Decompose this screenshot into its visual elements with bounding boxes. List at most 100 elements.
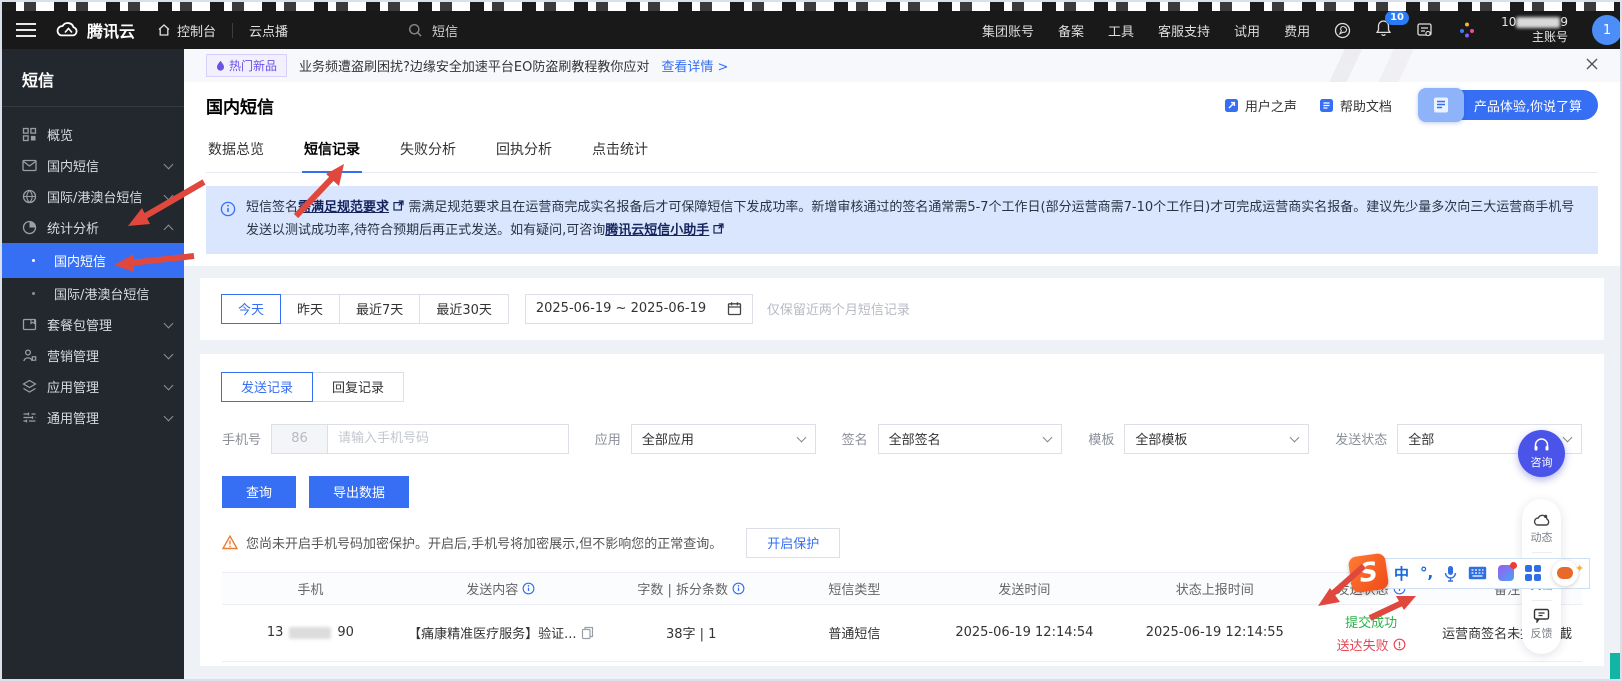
date-range-picker[interactable]: 2025-06-19 ~ 2025-06-19	[525, 294, 753, 324]
encryption-warning-text: 您尚未开启手机号码加密保护。开启后,手机号将加密展示,但不影响您的正常查询。	[246, 533, 722, 552]
col-count: 字数 | 拆分条数	[603, 579, 780, 598]
col-sent-time: 发送时间	[929, 579, 1119, 598]
menu-label: 试用	[1234, 21, 1260, 40]
sogou-logo-icon[interactable]: S	[1348, 553, 1390, 594]
global-search[interactable]: 短信	[408, 21, 738, 40]
sidebar-item-label: 国内短信	[47, 156, 99, 175]
person-node-icon	[22, 348, 37, 363]
chevron-down-icon	[1563, 432, 1573, 442]
help-docs-link[interactable]: 帮助文档	[1319, 96, 1392, 115]
orders-icon[interactable]	[1416, 22, 1433, 38]
sidebar-item-application[interactable]: 应用管理	[2, 371, 184, 402]
search-input[interactable]: 短信	[432, 21, 458, 40]
sidebar-item-overview[interactable]: 概览	[2, 119, 184, 150]
rail-item-feedback[interactable]: 反馈	[1531, 601, 1553, 648]
menu-tools[interactable]: 工具	[1108, 21, 1134, 40]
signature-select[interactable]: 全部签名	[878, 424, 1063, 454]
tencent-cloud-logo[interactable]: 腾讯云	[56, 18, 135, 42]
menu-support[interactable]: 客服支持	[1158, 21, 1210, 40]
microphone-icon[interactable]	[1444, 565, 1457, 582]
notifications-button[interactable]: 10	[1375, 19, 1392, 41]
sidebar-item-statistics[interactable]: 统计分析	[2, 212, 184, 243]
external-link-icon	[713, 223, 724, 234]
sidebar-item-domestic-sms[interactable]: 国内短信	[2, 150, 184, 181]
menu-label: 备案	[1058, 21, 1084, 40]
ime-toolbox-icon[interactable]	[1525, 565, 1541, 581]
quick-date-yesterday[interactable]: 昨天	[280, 294, 340, 324]
keyboard-icon[interactable]	[1468, 566, 1487, 580]
console-link[interactable]: 控制台	[157, 21, 216, 40]
user-avatar[interactable]: 1	[1592, 15, 1622, 45]
tab-failure-analysis[interactable]: 失败分析	[398, 128, 458, 172]
tab-receipt-analysis[interactable]: 回执分析	[494, 128, 554, 172]
table-row[interactable]: 13290 【痛康精准医疗服务】您的... 37字 | 1 普通短信 2025-…	[222, 661, 1582, 666]
template-select[interactable]: 全部模板	[1124, 424, 1309, 454]
hamburger-menu-icon[interactable]	[16, 23, 36, 37]
tab-click-stats[interactable]: 点击统计	[590, 128, 650, 172]
ime-punctuation-toggle[interactable]: °,	[1420, 564, 1433, 582]
info-icon[interactable]	[732, 582, 745, 595]
warning-icon	[222, 535, 238, 550]
search-icon	[408, 23, 423, 38]
signature-spec-link[interactable]: 需满足规范要求	[298, 200, 389, 215]
rail-item-dynamic[interactable]: 动态	[1531, 506, 1553, 552]
tab-send-records[interactable]: 发送记录	[221, 372, 313, 402]
product-link-vod[interactable]: 云点播	[249, 21, 288, 40]
account-role: 主账号	[1501, 30, 1568, 45]
query-button[interactable]: 查询	[222, 476, 296, 508]
sidebar-item-stats-domestic[interactable]: 国内短信	[2, 243, 184, 278]
menu-icp[interactable]: 备案	[1058, 21, 1084, 40]
ime-mode-chinese[interactable]: 中	[1394, 563, 1409, 584]
info-icon	[220, 201, 236, 217]
promo-details-link[interactable]: 查看详情 >	[661, 56, 728, 75]
sparkle-assistant-icon[interactable]	[1457, 20, 1477, 40]
enable-protection-button[interactable]: 开启保护	[746, 528, 840, 558]
tab-reply-records[interactable]: 回复记录	[312, 372, 404, 402]
ime-emoji-icon[interactable]: ✦	[1552, 560, 1578, 586]
decorative-stripes	[1240, 49, 1500, 82]
app-select[interactable]: 全部应用	[631, 424, 816, 454]
signature-select-value: 全部签名	[889, 429, 941, 448]
sidebar-item-stats-intl[interactable]: 国际/港澳台短信	[2, 278, 184, 309]
account-info[interactable]: 109 主账号	[1501, 15, 1568, 45]
error-icon[interactable]	[1393, 638, 1406, 651]
quick-date-today[interactable]: 今天	[221, 294, 281, 324]
menu-billing[interactable]: 费用	[1284, 21, 1310, 40]
menu-label: 客服支持	[1158, 21, 1210, 40]
consult-floating-button[interactable]: 咨询	[1518, 430, 1565, 477]
sidebar-item-label: 概览	[47, 125, 73, 144]
sidebar-item-package[interactable]: 套餐包管理	[2, 309, 184, 340]
user-voice-link[interactable]: 用户之声	[1224, 96, 1297, 115]
tab-sms-records[interactable]: 短信记录	[302, 128, 362, 173]
layers-icon	[22, 379, 37, 394]
col-content-label: 发送内容	[466, 579, 518, 598]
menu-group-account[interactable]: 集团账号	[982, 21, 1034, 40]
phone-number-input[interactable]	[328, 425, 568, 453]
signature-info-banner: 短信签名需满足规范要求 需满足规范要求且在运营商完成实名报备后才可保障短信下发成…	[206, 186, 1598, 254]
pie-chart-icon	[22, 220, 37, 235]
quick-date-7days[interactable]: 最近7天	[339, 294, 420, 324]
sidebar-item-marketing[interactable]: 营销管理	[2, 340, 184, 371]
info-icon[interactable]	[522, 582, 535, 595]
export-data-button[interactable]: 导出数据	[309, 476, 409, 508]
menu-label: 费用	[1284, 21, 1310, 40]
cell-sent-time: 2025-06-19 12:14:54	[929, 625, 1119, 640]
sidebar-item-general[interactable]: 通用管理	[2, 402, 184, 433]
sidebar-item-intl-sms[interactable]: 国际/港澳台短信	[2, 181, 184, 212]
sms-assistant-link[interactable]: 腾讯云短信小助手	[605, 223, 709, 238]
cell-type: 普通短信	[780, 623, 930, 642]
signature-label: 签名	[842, 429, 868, 448]
ime-skin-icon[interactable]	[1498, 565, 1514, 581]
close-icon[interactable]	[1586, 58, 1598, 74]
tab-data-overview[interactable]: 数据总览	[206, 128, 266, 172]
phone-suffix: 90	[337, 625, 354, 640]
table-row[interactable]: 1390 【痛康精准医疗服务】验证... 38字 | 1 普通短信 2025-0…	[222, 604, 1582, 661]
copy-icon[interactable]	[581, 626, 594, 640]
quick-date-30days[interactable]: 最近30天	[419, 294, 509, 324]
sidebar-item-label: 营销管理	[47, 346, 99, 365]
promo-icon[interactable]	[1334, 22, 1351, 39]
calendar-icon	[727, 301, 742, 316]
phone-prefix: 13	[267, 625, 284, 640]
menu-trial[interactable]: 试用	[1234, 21, 1260, 40]
product-experience-button[interactable]: 产品体验,你说了算	[1418, 90, 1598, 120]
